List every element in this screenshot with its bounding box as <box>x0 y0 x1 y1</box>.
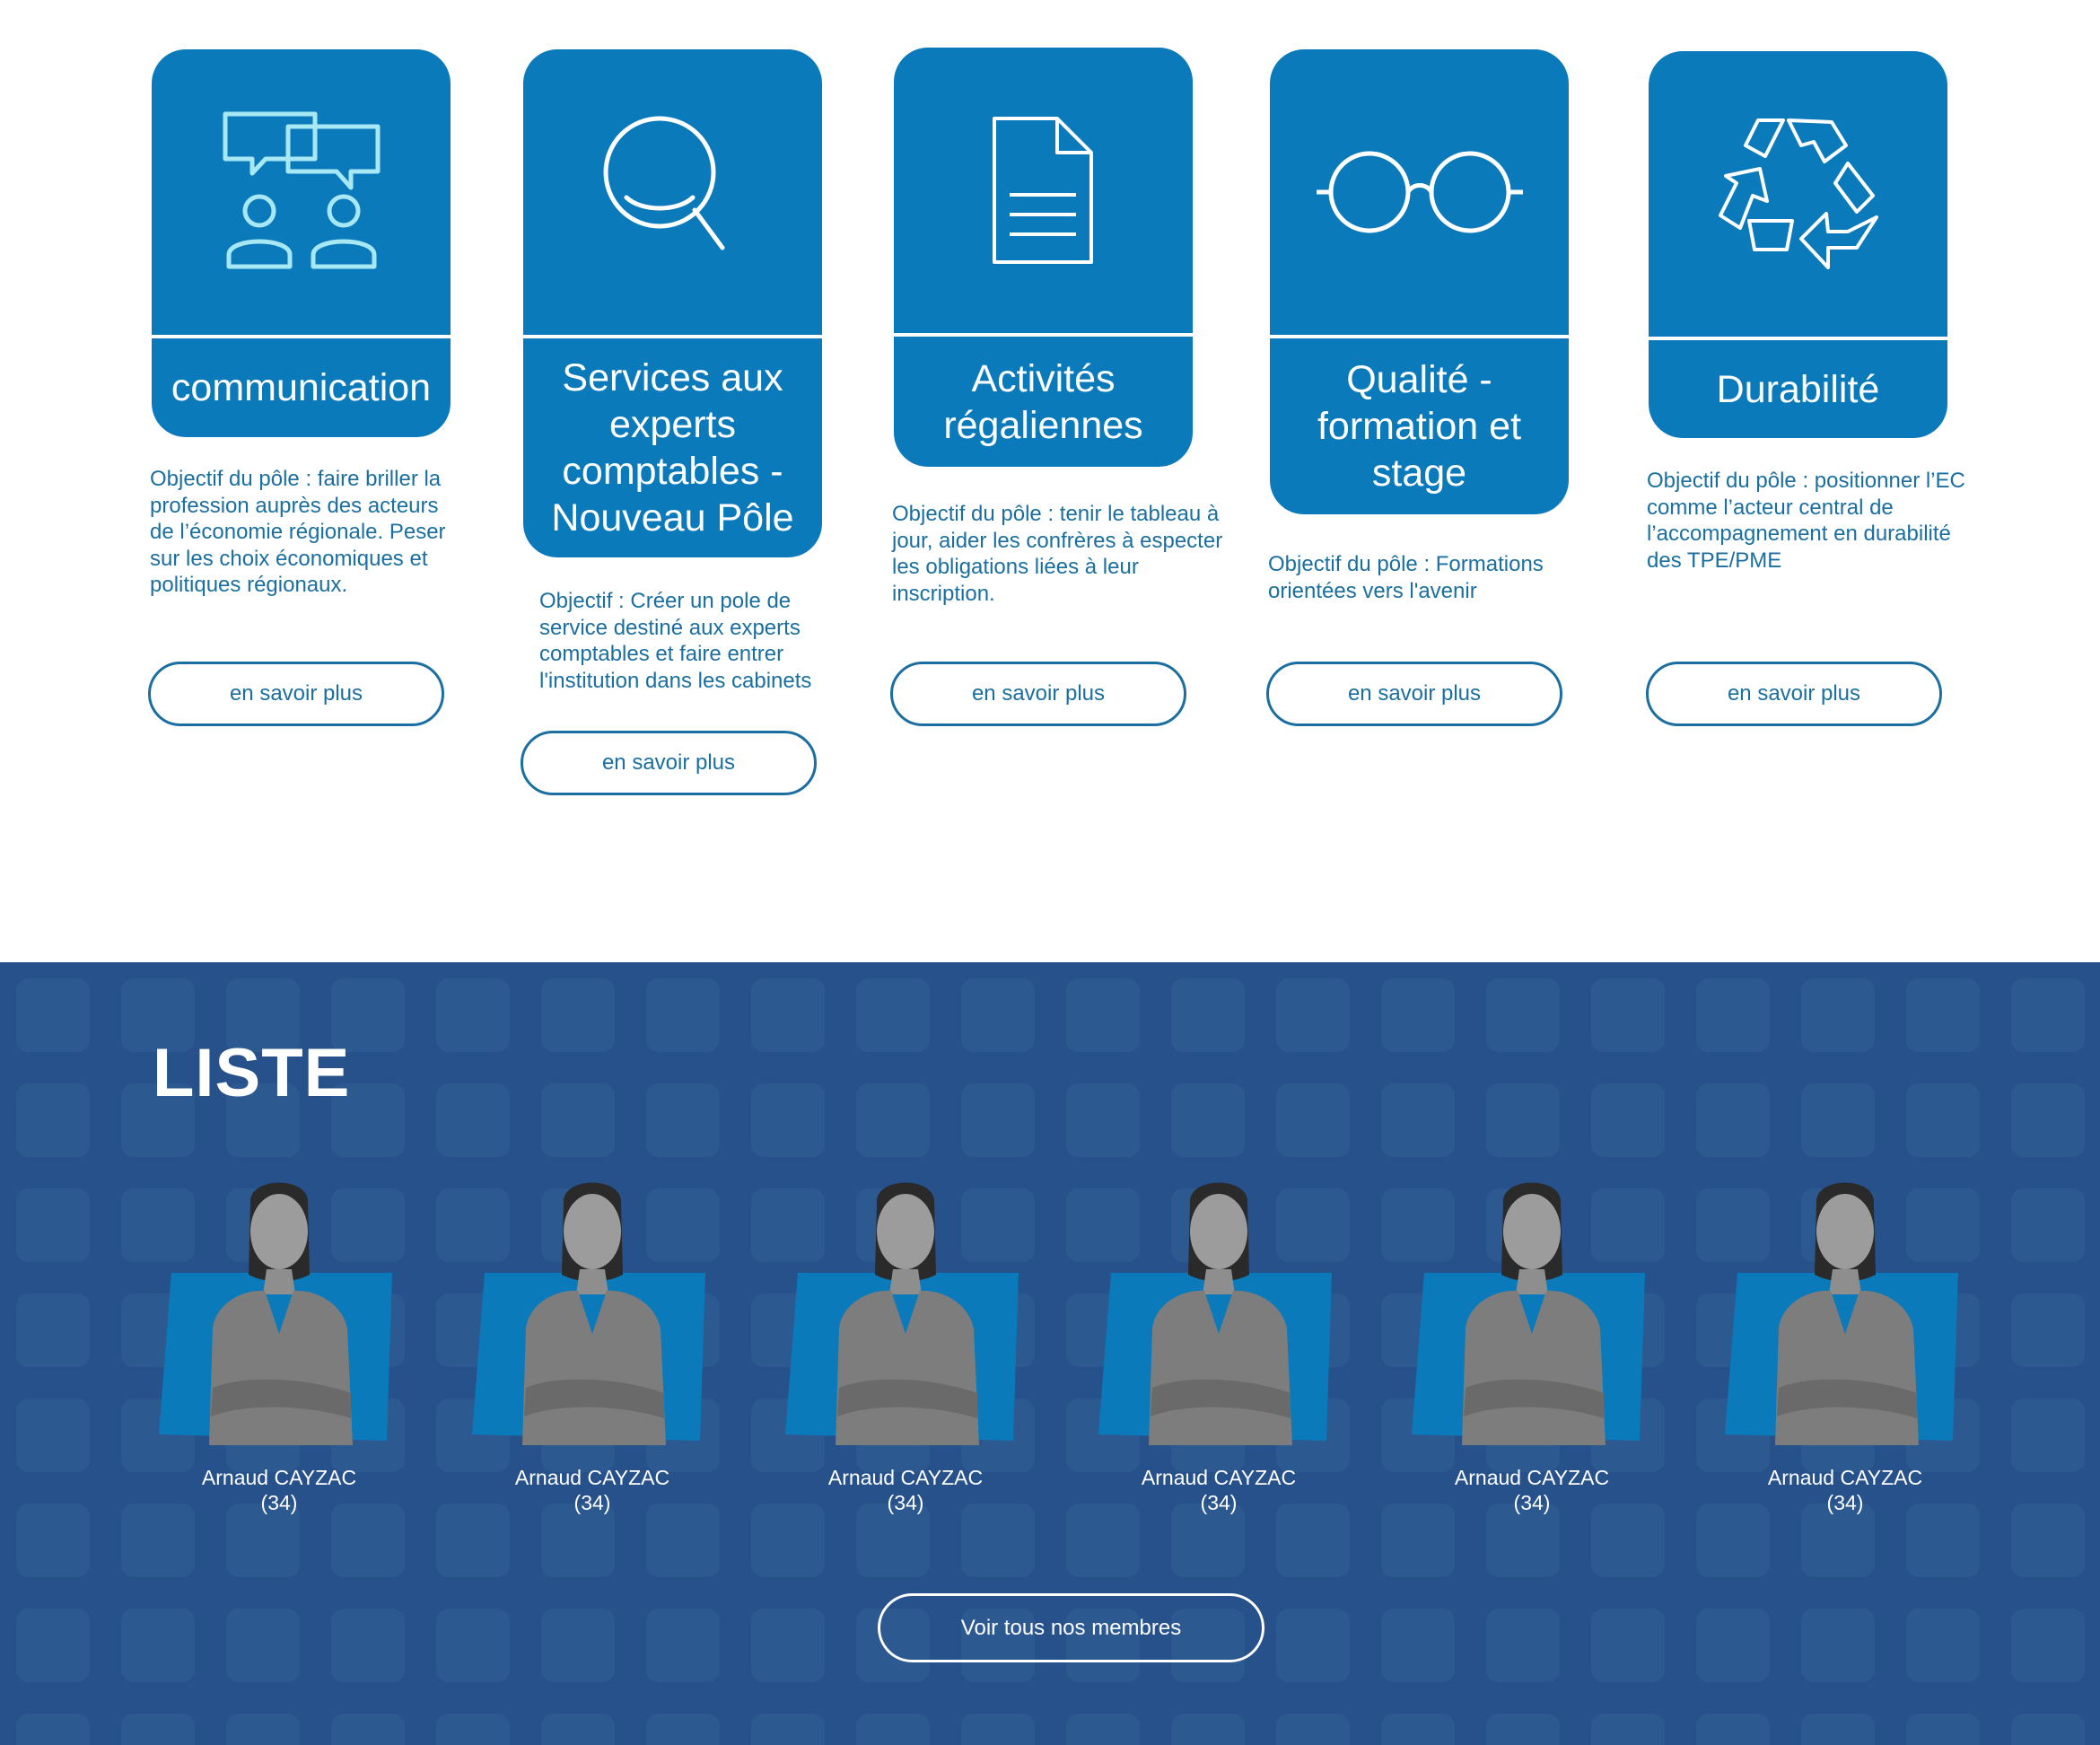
pole-card-durabilite[interactable]: Durabilité <box>1649 51 1947 438</box>
speech-bubbles-people-icon <box>223 111 380 269</box>
pole-card-services[interactable]: Services aux experts comptables - Nouvea… <box>523 49 822 557</box>
glasses-icon <box>1316 151 1523 233</box>
pole-title: communication <box>171 366 432 409</box>
member-photo <box>159 1176 399 1445</box>
en-savoir-plus-button[interactable]: en savoir plus <box>521 731 817 795</box>
member-name: Arnaud CAYZAC <box>201 1466 357 1489</box>
member-dept: (34) <box>260 1491 298 1514</box>
magnifier-icon <box>603 116 724 250</box>
member-card[interactable]: Arnaud CAYZAC (34) <box>1412 1176 1652 1515</box>
pole-title: Durabilité <box>1716 367 1880 411</box>
member-dept: (34) <box>887 1491 924 1514</box>
pole-icon-area <box>1649 51 1947 337</box>
pole-title: Services aux experts comptables - Nouvea… <box>551 356 794 539</box>
member-dept: (34) <box>573 1491 611 1514</box>
liste-title: LISTE <box>153 1035 351 1111</box>
member-card[interactable]: Arnaud CAYZAC (34) <box>159 1176 399 1515</box>
pole-card-activites[interactable]: Activités régaliennes <box>894 48 1193 467</box>
pole-title: Qualité - formation et stage <box>1317 358 1522 495</box>
en-savoir-plus-button[interactable]: en savoir plus <box>1266 662 1562 726</box>
member-name: Arnaud CAYZAC <box>827 1466 984 1489</box>
member-dept: (34) <box>1200 1491 1238 1514</box>
pole-description: Objectif du pôle : Formations orientées … <box>1268 552 1544 603</box>
member-photo <box>1725 1176 1965 1445</box>
pole-icon-area <box>523 49 822 335</box>
document-icon <box>992 117 1093 264</box>
member-photo <box>785 1176 1026 1445</box>
liste-section: LISTE Arnaud CAYZAC (34) Arnaud CAYZAC (… <box>0 962 2100 1745</box>
pole-description: Objectif du pôle : positionner l’EC comm… <box>1647 469 1965 573</box>
pole-card-qualite[interactable]: Qualité - formation et stage <box>1270 49 1569 514</box>
en-savoir-plus-button[interactable]: en savoir plus <box>148 662 444 726</box>
pole-card-communication[interactable]: communication <box>152 49 451 437</box>
member-card[interactable]: Arnaud CAYZAC (34) <box>472 1176 713 1515</box>
member-card[interactable]: Arnaud CAYZAC (34) <box>785 1176 1026 1515</box>
member-photo <box>1098 1176 1339 1445</box>
member-dept: (34) <box>1826 1491 1864 1514</box>
pole-description: Objectif : Créer un pole de service dest… <box>539 589 812 693</box>
member-card[interactable]: Arnaud CAYZAC (34) <box>1098 1176 1339 1515</box>
voir-tous-membres-button[interactable]: Voir tous nos membres <box>878 1593 1264 1662</box>
pole-icon-area <box>152 49 451 335</box>
member-name: Arnaud CAYZAC <box>1454 1466 1610 1489</box>
pole-title: Activités régaliennes <box>943 356 1143 447</box>
member-dept: (34) <box>1513 1491 1551 1514</box>
pole-description: Objectif du pôle : tenir le tableau à jo… <box>892 502 1223 606</box>
member-photo <box>1412 1176 1652 1445</box>
pole-icon-area <box>894 48 1193 333</box>
en-savoir-plus-button[interactable]: en savoir plus <box>890 662 1186 726</box>
member-card[interactable]: Arnaud CAYZAC (34) <box>1725 1176 1965 1515</box>
member-photo <box>472 1176 713 1445</box>
member-name: Arnaud CAYZAC <box>514 1466 670 1489</box>
en-savoir-plus-button[interactable]: en savoir plus <box>1646 662 1942 726</box>
member-name: Arnaud CAYZAC <box>1141 1466 1297 1489</box>
member-name: Arnaud CAYZAC <box>1767 1466 1923 1489</box>
pole-icon-area <box>1270 49 1569 335</box>
recycle-icon <box>1718 118 1878 269</box>
pole-description: Objectif du pôle : faire briller la prof… <box>150 467 446 597</box>
